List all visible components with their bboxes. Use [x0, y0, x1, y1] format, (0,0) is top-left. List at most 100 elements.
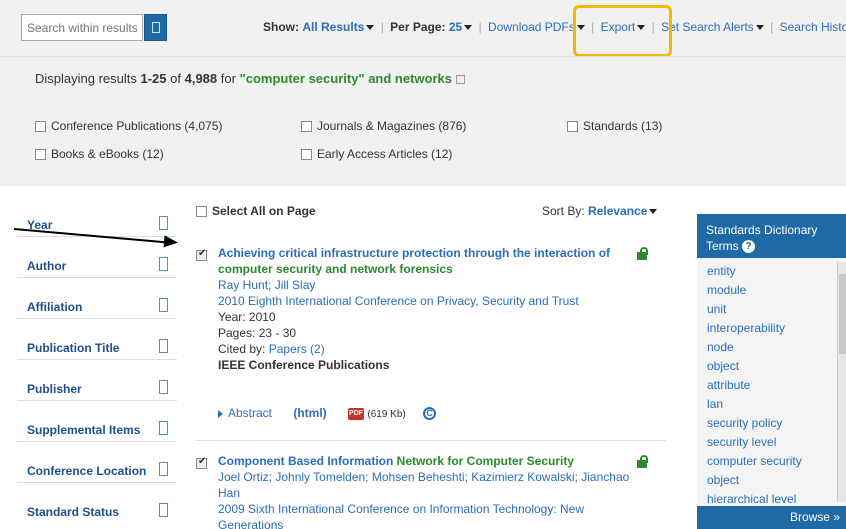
sidebar-item-supplemental-items[interactable]: Supplemental Items: [8, 403, 178, 442]
sidebar-item-publication-title[interactable]: Publication Title: [8, 321, 178, 360]
terms-list: entity module unit interoperability node…: [707, 262, 832, 509]
select-all-on-page[interactable]: Select All on Page: [196, 204, 316, 218]
cited-link[interactable]: Papers (2): [269, 342, 325, 356]
checkbox[interactable]: [301, 121, 312, 133]
expand-icon[interactable]: [159, 380, 168, 394]
title-keyword: computer security and network forensics: [218, 262, 453, 276]
result-year: Year: 2010: [218, 310, 276, 324]
results-toolbar: Show: All Results | Per Page: 25 | Downl…: [0, 0, 846, 57]
export-highlight-annotation: [573, 5, 672, 57]
result-authors[interactable]: Joel Ortiz; Johnly Tomelden; Mohsen Behe…: [218, 469, 638, 501]
facet-journals[interactable]: Journals & Magazines (876): [301, 119, 466, 133]
facet-books[interactable]: Books & eBooks (12): [35, 147, 164, 161]
sidebar-item-author[interactable]: Author: [8, 239, 178, 278]
show-dropdown[interactable]: All Results: [302, 20, 375, 34]
abstract-label: Abstract: [228, 406, 273, 420]
facet-conference[interactable]: Conference Publications (4,075): [35, 119, 222, 133]
result-details: Achieving critical infrastructure protec…: [218, 245, 638, 373]
download-pdfs-label: Download PDFs: [488, 20, 575, 34]
term-link[interactable]: lan: [707, 395, 832, 414]
search-history-link[interactable]: Search History: [780, 20, 846, 34]
expand-icon[interactable]: [159, 339, 168, 353]
of-text: of: [166, 71, 185, 86]
sidebar-item-publisher[interactable]: Publisher: [8, 362, 178, 401]
displaying-prefix: Displaying results: [35, 71, 141, 86]
term-link[interactable]: node: [707, 338, 832, 357]
result-venue[interactable]: 2010 Eighth International Conference on …: [218, 293, 638, 309]
info-icon[interactable]: [456, 75, 465, 85]
result-title[interactable]: Achieving critical infrastructure protec…: [218, 245, 638, 277]
result-authors[interactable]: Ray Hunt; Jill Slay: [218, 277, 638, 293]
select-all-label: Select All on Page: [212, 204, 316, 218]
facet-early-access[interactable]: Early Access Articles (12): [301, 147, 452, 161]
per-page-value: 25: [448, 20, 463, 34]
browse-link[interactable]: Browse »: [697, 506, 846, 529]
expand-icon[interactable]: [159, 216, 168, 230]
expand-icon[interactable]: [159, 503, 168, 517]
result-details: Component Based Information Network for …: [218, 453, 638, 529]
per-page-dropdown[interactable]: 25: [448, 20, 473, 34]
caret-right-icon: [218, 409, 223, 418]
expand-icon[interactable]: [159, 462, 168, 476]
result-venue[interactable]: 2009 Sixth International Conference on I…: [218, 501, 638, 529]
checkbox[interactable]: [196, 456, 207, 470]
expand-icon[interactable]: [159, 257, 168, 271]
result-publisher: IEEE Conference Publications: [218, 358, 390, 372]
result-checkbox[interactable]: [196, 248, 212, 262]
html-link[interactable]: (html): [293, 406, 326, 420]
sidebar-item-affiliation[interactable]: Affiliation: [8, 280, 178, 319]
result-range: 1-25: [140, 71, 167, 86]
result-divider: [196, 440, 666, 441]
result-title[interactable]: Component Based Information Network for …: [218, 453, 638, 469]
show-value: All Results: [302, 20, 365, 34]
result-item: Achieving critical infrastructure protec…: [196, 245, 674, 445]
term-link[interactable]: security level: [707, 433, 832, 452]
facet-standards[interactable]: Standards (13): [567, 119, 662, 133]
sidebar-item-year[interactable]: Year: [8, 198, 178, 237]
divider: [17, 441, 177, 442]
term-link[interactable]: attribute: [707, 376, 832, 395]
help-icon[interactable]: ?: [742, 240, 756, 254]
sidebar-item-label: Supplemental Items: [27, 423, 141, 437]
html-label: (html): [293, 406, 327, 420]
divider: [17, 359, 177, 360]
checkbox[interactable]: [196, 248, 207, 262]
term-link[interactable]: unit: [707, 300, 832, 319]
set-search-alerts-link[interactable]: Set Search Alerts: [661, 20, 764, 34]
divider: [17, 277, 177, 278]
toolbar-actions: Show: All Results | Per Page: 25 | Downl…: [263, 20, 846, 34]
chevron-down-icon: [649, 209, 658, 215]
term-link[interactable]: interoperability: [707, 319, 832, 338]
sidebar-item-conference-location[interactable]: Conference Location: [8, 444, 178, 483]
divider: [17, 482, 177, 483]
search-button[interactable]: [144, 14, 167, 41]
copyright-icon[interactable]: C: [423, 407, 437, 421]
search-icon: [152, 22, 160, 33]
term-link[interactable]: module: [707, 281, 832, 300]
checkbox[interactable]: [567, 121, 578, 133]
scrollbar-thumb[interactable]: [839, 274, 846, 354]
term-link[interactable]: computer security: [707, 452, 832, 471]
term-link[interactable]: object: [707, 357, 832, 376]
open-access-lock-icon: [636, 247, 648, 260]
abstract-toggle[interactable]: Abstract: [218, 406, 272, 420]
open-access-lock-icon: [636, 455, 648, 468]
sidebar-item-standard-status[interactable]: Standard Status: [8, 485, 178, 521]
checkbox[interactable]: [35, 121, 46, 133]
download-pdfs-link[interactable]: Download PDFs: [488, 20, 585, 34]
facet-label: Standards (13): [583, 119, 663, 133]
term-link[interactable]: entity: [707, 262, 832, 281]
result-checkbox[interactable]: [196, 456, 212, 470]
term-link[interactable]: security policy: [707, 414, 832, 433]
checkbox[interactable]: [35, 149, 46, 161]
expand-icon[interactable]: [159, 298, 168, 312]
checkbox[interactable]: [301, 149, 312, 161]
pdf-link[interactable]: PDF (619 Kb): [348, 406, 406, 420]
sort-by[interactable]: Sort By: Relevance: [542, 204, 658, 218]
search-within-input[interactable]: [21, 14, 143, 41]
term-link[interactable]: object: [707, 471, 832, 490]
expand-icon[interactable]: [159, 421, 168, 435]
sidebar-item-label: Standard Status: [27, 505, 120, 519]
terms-scrollbar[interactable]: [837, 262, 846, 502]
checkbox[interactable]: [196, 206, 207, 218]
